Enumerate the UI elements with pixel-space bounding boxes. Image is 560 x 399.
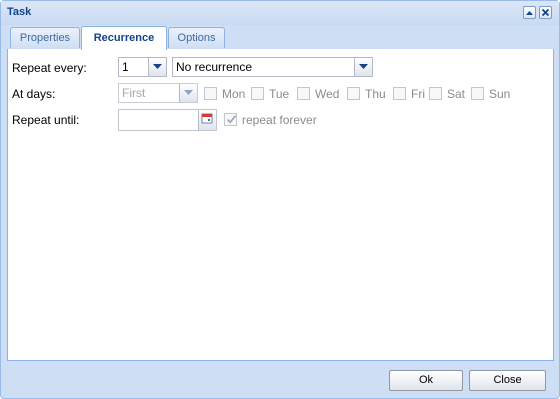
repeat-interval-trigger[interactable] xyxy=(148,58,166,76)
chevron-down-icon xyxy=(359,64,368,69)
day-checkbox-sun[interactable] xyxy=(471,87,484,100)
at-days-label: At days: xyxy=(12,87,56,101)
day-label-tue: Tue xyxy=(269,87,290,101)
dialog-title: Task xyxy=(7,6,32,18)
day-checkbox-wed[interactable] xyxy=(297,87,310,100)
recurrence-type-value: No recurrence xyxy=(176,60,253,74)
date-picker-trigger[interactable] xyxy=(198,110,216,130)
repeat-every-label: Repeat every: xyxy=(12,61,87,75)
day-checkbox-sat[interactable] xyxy=(429,87,442,100)
repeat-forever-label: repeat forever xyxy=(242,113,317,127)
day-label-wed: Wed xyxy=(315,87,340,101)
collapse-button[interactable] xyxy=(523,6,536,19)
tab-strip: Properties Recurrence Options xyxy=(7,26,553,50)
day-checkbox-mon[interactable] xyxy=(204,87,217,100)
checkmark-icon xyxy=(226,115,237,124)
tab-recurrence[interactable]: Recurrence xyxy=(81,26,167,50)
chevron-down-icon xyxy=(153,64,162,69)
calendar-icon xyxy=(201,113,213,124)
ok-button[interactable]: Ok xyxy=(389,370,463,391)
ordinal-value: First xyxy=(122,86,146,100)
task-dialog: Task Properties Recurrence Options Repea… xyxy=(0,0,560,399)
tab-options[interactable]: Options xyxy=(168,27,225,48)
day-label-sat: Sat xyxy=(447,87,466,101)
day-label-fri: Fri xyxy=(411,87,425,101)
title-bar[interactable]: Task xyxy=(1,1,559,25)
day-label-mon: Mon xyxy=(222,87,246,101)
ordinal-trigger[interactable] xyxy=(179,84,197,102)
tab-properties[interactable]: Properties xyxy=(10,27,80,48)
day-label-thu: Thu xyxy=(365,87,386,101)
day-checkbox-thu[interactable] xyxy=(347,87,360,100)
repeat-interval-value: 1 xyxy=(122,60,129,74)
close-window-button[interactable] xyxy=(539,6,552,19)
recurrence-type-trigger[interactable] xyxy=(354,58,372,76)
day-checkbox-tue[interactable] xyxy=(251,87,264,100)
collapse-icon xyxy=(526,11,533,15)
chevron-down-icon xyxy=(184,90,193,95)
repeat-forever-checkbox[interactable] xyxy=(224,113,237,126)
day-checkbox-fri[interactable] xyxy=(393,87,406,100)
repeat-until-label: Repeat until: xyxy=(12,113,80,127)
close-icon xyxy=(541,8,550,17)
day-label-sun: Sun xyxy=(489,87,511,101)
close-button[interactable]: Close xyxy=(469,370,546,391)
repeat-until-date-field[interactable] xyxy=(118,109,217,131)
recurrence-type-select[interactable]: No recurrence xyxy=(172,57,373,77)
repeat-interval-select[interactable]: 1 xyxy=(118,57,167,77)
ordinal-select[interactable]: First xyxy=(118,83,198,103)
